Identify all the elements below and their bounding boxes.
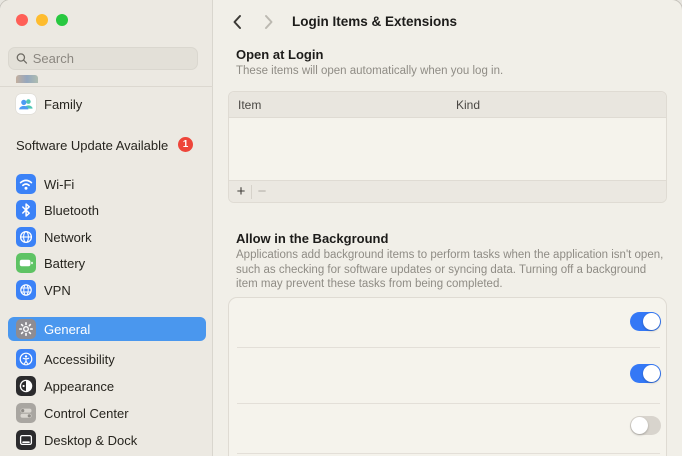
toggle-knob	[643, 313, 660, 330]
sidebar-item-general[interactable]: General	[8, 317, 206, 341]
partially-scrolled-profile-icon	[16, 75, 38, 83]
battery-icon	[16, 253, 36, 273]
sidebar-item-label: Family	[44, 96, 83, 112]
sidebar-item-appearance[interactable]: Appearance	[8, 374, 206, 398]
toggle-knob	[643, 365, 660, 382]
system-settings-window: Family Software Update Available 1 Wi-Fi	[0, 0, 682, 456]
sidebar-item-label: Network	[44, 229, 92, 245]
search-input[interactable]	[32, 51, 190, 66]
page-title: Login Items & Extensions	[292, 14, 458, 29]
sidebar-item-vpn[interactable]: VPN	[8, 278, 206, 302]
sidebar-item-family[interactable]: Family	[8, 92, 206, 116]
background-item-toggle[interactable]	[630, 364, 661, 383]
sidebar-item-accessibility[interactable]: Accessibility	[8, 347, 206, 371]
background-item-row	[229, 404, 668, 453]
allow-in-background-description: Applications add background items to per…	[236, 249, 664, 290]
wifi-icon	[16, 174, 36, 194]
search-icon	[16, 53, 28, 64]
sidebar-item-wifi[interactable]: Wi-Fi	[8, 172, 206, 196]
search-field[interactable]	[8, 47, 198, 70]
vpn-globe-icon	[16, 280, 36, 300]
add-item-button[interactable]: +	[231, 182, 251, 202]
family-icon	[16, 94, 36, 114]
control-center-icon	[16, 403, 36, 423]
gear-icon	[16, 319, 36, 339]
toggle-knob	[631, 417, 648, 434]
open-at-login-description: These items will open automatically when…	[236, 65, 504, 77]
background-item-row	[229, 348, 668, 403]
globe-icon	[16, 227, 36, 247]
background-item-row	[229, 298, 668, 347]
background-items-panel	[228, 297, 667, 456]
accessibility-icon	[16, 349, 36, 369]
minimize-window-button[interactable]	[36, 14, 48, 26]
sidebar-item-desktop-dock[interactable]: Desktop & Dock	[8, 428, 206, 452]
open-at-login-heading: Open at Login	[236, 47, 324, 62]
zoom-window-button[interactable]	[56, 14, 68, 26]
back-button[interactable]	[228, 12, 248, 32]
content-pane: Login Items & Extensions Open at Login T…	[214, 0, 682, 456]
table-footer: + −	[229, 180, 666, 202]
sidebar-item-label: Accessibility	[44, 351, 115, 367]
table-body-empty[interactable]	[229, 119, 666, 181]
update-count-badge: 1	[178, 137, 193, 152]
column-header-kind: Kind	[456, 97, 481, 112]
sidebar-item-label: Appearance	[44, 378, 115, 394]
background-item-toggle[interactable]	[630, 312, 661, 331]
allow-in-background-heading: Allow in the Background	[236, 231, 389, 246]
sidebar-item-label: Battery	[44, 255, 86, 271]
sidebar-item-label: Control Center	[44, 405, 129, 421]
sidebar-divider	[0, 86, 213, 87]
sidebar-item-label: General	[44, 321, 91, 337]
sidebar-item-label: Wi-Fi	[44, 176, 75, 192]
forward-button[interactable]	[258, 12, 278, 32]
sidebar: Family Software Update Available 1 Wi-Fi	[0, 0, 213, 456]
sidebar-item-control-center[interactable]: Control Center	[8, 401, 206, 425]
remove-item-button[interactable]: −	[252, 182, 272, 202]
sidebar-item-label: VPN	[44, 282, 71, 298]
sidebar-item-battery[interactable]: Battery	[8, 251, 206, 275]
sidebar-item-label: Desktop & Dock	[44, 432, 138, 448]
column-header-item: Item	[238, 97, 262, 112]
background-item-toggle[interactable]	[630, 416, 661, 435]
sidebar-item-bluetooth[interactable]: Bluetooth	[8, 198, 206, 222]
table-header-row: Item Kind	[229, 92, 666, 118]
desktop-dock-icon	[16, 430, 36, 450]
sidebar-item-software-update[interactable]: Software Update Available 1	[16, 133, 206, 157]
sidebar-item-label: Bluetooth	[44, 202, 99, 218]
row-divider	[237, 453, 660, 454]
bluetooth-icon	[16, 200, 36, 220]
sidebar-item-network[interactable]: Network	[8, 225, 206, 249]
appearance-icon	[16, 376, 36, 396]
close-window-button[interactable]	[16, 14, 28, 26]
software-update-label: Software Update Available	[16, 137, 169, 153]
open-at-login-table: Item Kind + −	[228, 91, 667, 203]
